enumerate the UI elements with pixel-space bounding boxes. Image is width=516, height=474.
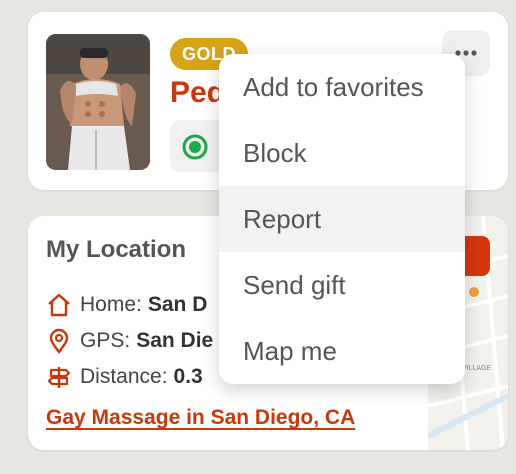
gps-value: San Die — [136, 329, 214, 352]
profile-name[interactable]: Ped — [170, 76, 225, 110]
home-icon — [46, 292, 72, 318]
gps-label: GPS: — [80, 329, 131, 352]
profile-photo[interactable] — [46, 34, 150, 170]
menu-item-map-me[interactable]: Map me — [219, 318, 465, 384]
home-row: Home: San D — [46, 292, 207, 318]
menu-item-report[interactable]: Report — [219, 186, 465, 252]
distance-value: 0.3 — [173, 365, 203, 388]
svg-text:VILLAGE: VILLAGE — [462, 365, 492, 372]
map-badge — [464, 236, 490, 276]
profile-photo-graphic — [46, 34, 150, 170]
location-title: My Location — [46, 236, 187, 263]
distance-label: Distance: — [80, 365, 168, 388]
location-link[interactable]: Gay Massage in San Diego, CA — [46, 406, 355, 430]
home-label: Home: — [80, 293, 142, 316]
distance-row: Distance: 0.3 — [46, 364, 203, 390]
menu-item-add-to-favorites[interactable]: Add to favorites — [219, 54, 465, 120]
more-options-menu: Add to favorites Block Report Send gift … — [219, 54, 465, 384]
gps-row: GPS: San Die — [46, 328, 214, 355]
online-radio-icon — [182, 134, 208, 165]
home-value: San D — [147, 293, 208, 316]
menu-item-block[interactable]: Block — [219, 120, 465, 186]
menu-item-send-gift[interactable]: Send gift — [219, 252, 465, 318]
map-pin-icon — [46, 328, 72, 355]
signpost-icon — [46, 364, 72, 390]
